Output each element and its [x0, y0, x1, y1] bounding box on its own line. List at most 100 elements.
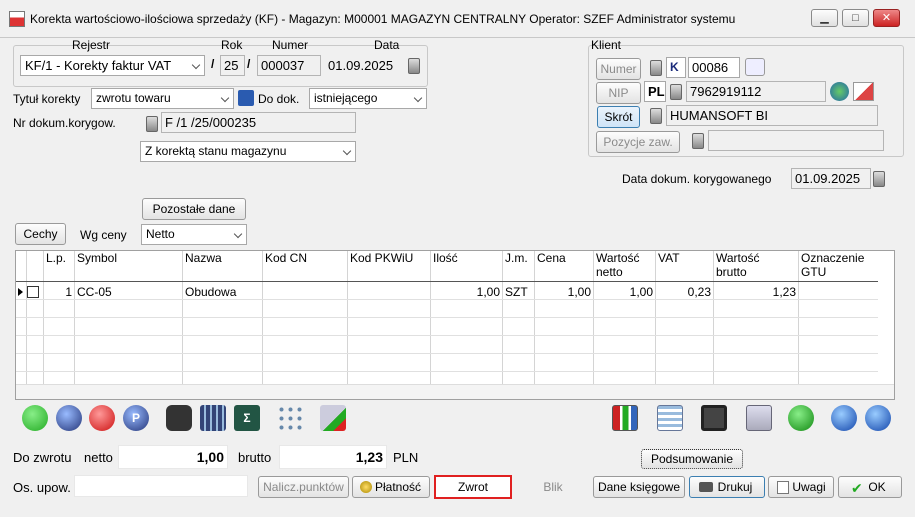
ok-button[interactable]: ✔ OK — [838, 476, 902, 498]
cabinet-icon[interactable] — [146, 116, 158, 132]
col-kodcn[interactable]: Kod CN — [263, 251, 307, 265]
cechy-button[interactable]: Cechy — [15, 223, 66, 245]
maximize-button[interactable]: □ — [842, 9, 869, 27]
wgceny-label: Wg ceny — [80, 228, 127, 242]
pozostale-dane-button[interactable]: Pozostałe dane — [142, 198, 246, 220]
platnosc-button[interactable]: Płatność — [352, 476, 430, 498]
col-netto[interactable]: Wartość netto — [594, 251, 652, 279]
calendar-icon[interactable] — [408, 58, 420, 74]
first-icon[interactable] — [831, 405, 857, 431]
brutto-label: brutto — [238, 450, 272, 465]
osupow-label: Os. upow. — [13, 480, 71, 495]
cell-ilosc: 1,00 — [476, 285, 500, 299]
blik-button[interactable]: Blik — [516, 476, 590, 498]
recycle-icon[interactable] — [788, 405, 814, 431]
nrdok-field[interactable]: F /1 /25/000235 — [161, 112, 356, 133]
stan-select[interactable]: Z korektą stanu magazynu — [140, 141, 356, 162]
drukuj-label: Drukuj — [717, 480, 753, 494]
cell-cena: 1,00 — [567, 285, 591, 299]
grid-icon[interactable] — [277, 405, 303, 431]
datakor-label: Data dokum. korygowanego — [622, 172, 772, 186]
klient-label: Klient — [591, 38, 622, 52]
nip-prefix-field[interactable]: PL — [644, 81, 666, 102]
pozycje-button[interactable]: Pozycje zaw. — [596, 131, 680, 153]
copy-icon[interactable] — [746, 405, 772, 431]
cell-brutto: 1,23 — [772, 285, 796, 299]
osupow-field[interactable] — [74, 475, 248, 497]
row-pointer-icon — [18, 288, 23, 296]
globe-icon[interactable] — [830, 82, 849, 101]
col-cena[interactable]: Cena — [535, 251, 566, 265]
zwrot-button[interactable]: Zwrot — [434, 475, 512, 499]
cell-nazwa: Obudowa — [185, 285, 237, 299]
items-table[interactable]: L.p. Symbol Nazwa Kod CN Kod PKWiU Ilość… — [15, 250, 895, 400]
drukuj-button[interactable]: Drukuj — [689, 476, 765, 498]
datakor-field[interactable]: 01.09.2025 — [791, 168, 871, 189]
cell-lp: 1 — [65, 285, 72, 299]
calculator-icon[interactable] — [200, 405, 226, 431]
col-nazwa[interactable]: Nazwa — [183, 251, 222, 265]
brutto-field: 1,23 — [279, 445, 387, 469]
mail-icon[interactable] — [853, 82, 874, 101]
minimize-button[interactable]: ▁ — [811, 9, 838, 27]
nalicz-punktow-button[interactable]: Nalicz.punktów — [258, 476, 349, 498]
cabinet-icon[interactable] — [650, 60, 662, 76]
col-brutto[interactable]: Wartość brutto — [714, 251, 774, 279]
col-pkwiu[interactable]: Kod PKWiU — [348, 251, 413, 265]
binoculars-icon[interactable] — [166, 405, 192, 431]
chart-icon[interactable] — [612, 405, 638, 431]
cabinet-icon[interactable] — [692, 133, 704, 149]
delete-icon[interactable] — [89, 405, 115, 431]
numer-label: Numer — [272, 38, 309, 52]
rok-label: Rok — [221, 38, 243, 52]
podsumowanie-button[interactable]: Podsumowanie — [641, 449, 743, 469]
skrot-button[interactable]: Skrót — [597, 106, 640, 128]
rok-field[interactable]: 25 — [220, 55, 245, 76]
properties-icon[interactable] — [56, 405, 82, 431]
save-icon[interactable] — [701, 405, 727, 431]
klient-type-field[interactable]: K — [666, 57, 686, 78]
dodok-select[interactable]: istniejącego — [309, 88, 427, 109]
pozycje-field[interactable] — [708, 130, 884, 151]
printer-icon — [699, 482, 713, 492]
numer-field[interactable]: 000037 — [257, 55, 321, 76]
cabinet-icon[interactable] — [670, 84, 682, 100]
netto-label: netto — [84, 450, 113, 465]
rejestr-select[interactable]: KF/1 - Korekty faktur VAT — [20, 55, 205, 76]
handshake-icon[interactable] — [745, 58, 765, 76]
last-icon[interactable] — [865, 405, 891, 431]
row-checkbox[interactable] — [27, 286, 39, 298]
list-icon[interactable] — [238, 90, 254, 106]
uwagi-button[interactable]: Uwagi — [768, 476, 834, 498]
dane-ksiegowe-button[interactable]: Dane księgowe — [593, 476, 685, 498]
tytul-label: Tytuł korekty — [13, 92, 81, 106]
close-button[interactable]: ✕ — [873, 9, 900, 27]
p-icon[interactable]: P — [123, 405, 149, 431]
refresh-icon[interactable] — [320, 405, 346, 431]
add-icon[interactable] — [22, 405, 48, 431]
nip-field[interactable]: 7962919112 — [686, 81, 826, 102]
numer-button[interactable]: Numer — [596, 58, 641, 80]
horizontal-scrollbar[interactable] — [16, 384, 894, 399]
calendar-icon[interactable] — [873, 171, 885, 187]
col-jm[interactable]: J.m. — [503, 251, 528, 265]
rejestr-label: Rejestr — [72, 38, 111, 52]
tytul-select[interactable]: zwrotu towaru — [91, 88, 234, 109]
dozwrotu-label: Do zwrotu — [13, 450, 72, 465]
col-lp[interactable]: L.p. — [44, 251, 66, 265]
skrot-field[interactable]: HUMANSOFT BI — [666, 105, 878, 126]
list-icon[interactable] — [657, 405, 683, 431]
col-symbol[interactable]: Symbol — [75, 251, 117, 265]
wgceny-select[interactable]: Netto — [141, 224, 247, 245]
col-ilosc[interactable]: Ilość — [431, 251, 458, 265]
check-icon: ✔ — [851, 480, 863, 496]
col-vat[interactable]: VAT — [656, 251, 680, 265]
netto-field: 1,00 — [118, 445, 228, 469]
nip-button[interactable]: NIP — [596, 82, 641, 104]
sigma-icon[interactable]: Σ — [234, 405, 260, 431]
currency-label: PLN — [393, 450, 419, 465]
cell-jm: SZT — [505, 285, 528, 299]
klient-numer-field[interactable]: 00086 — [688, 57, 740, 78]
cabinet-icon[interactable] — [650, 108, 662, 124]
col-gtu[interactable]: Oznaczenie GTU — [799, 251, 877, 279]
